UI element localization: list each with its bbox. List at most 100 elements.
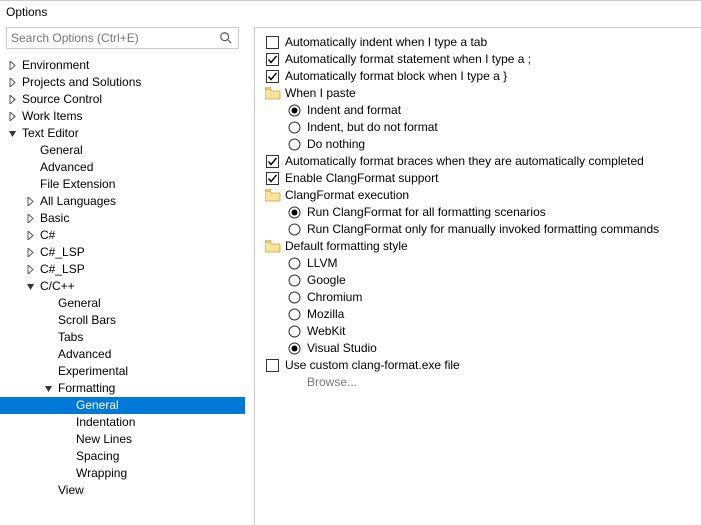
tree-item[interactable]: View xyxy=(0,482,245,499)
tree-expander-icon[interactable] xyxy=(24,230,36,242)
tree-expander-icon[interactable] xyxy=(6,77,18,89)
option-row: Automatically format block when I type a… xyxy=(265,68,697,85)
tree-expander-icon[interactable] xyxy=(42,383,54,395)
radio[interactable] xyxy=(287,138,301,152)
tree-item[interactable]: All Languages xyxy=(0,193,245,210)
option-row: Browse... xyxy=(265,374,697,391)
option-label: Visual Studio xyxy=(307,340,377,357)
option-label: WebKit xyxy=(307,323,345,340)
option-row: LLVM xyxy=(265,255,697,272)
tree-item[interactable]: Projects and Solutions xyxy=(0,74,245,91)
radio[interactable] xyxy=(287,325,301,339)
tree-spacer xyxy=(60,434,72,446)
option-label: Automatically format block when I type a… xyxy=(285,68,507,85)
option-row: Automatically format statement when I ty… xyxy=(265,51,697,68)
option-label: Enable ClangFormat support xyxy=(285,170,438,187)
tree-item[interactable]: Text Editor xyxy=(0,125,245,142)
tree-item[interactable]: C#_LSP xyxy=(0,261,245,278)
tree-item-label: Advanced xyxy=(56,346,111,363)
checkbox[interactable] xyxy=(265,172,279,186)
tree-item[interactable]: C/C++ xyxy=(0,278,245,295)
option-row: ClangFormat execution xyxy=(265,187,697,204)
tree-item[interactable]: Source Control xyxy=(0,91,245,108)
option-row: Indent, but do not format xyxy=(265,119,697,136)
tree-item[interactable]: Basic xyxy=(0,210,245,227)
tree-expander-icon[interactable] xyxy=(24,264,36,276)
window-title: Options xyxy=(0,1,701,25)
tree-expander-icon[interactable] xyxy=(24,247,36,259)
tree-item-label: Experimental xyxy=(56,363,128,380)
tree-item[interactable]: Advanced xyxy=(0,159,245,176)
radio[interactable] xyxy=(287,308,301,322)
tree-spacer xyxy=(60,417,72,429)
radio[interactable] xyxy=(287,223,301,237)
tree-expander-icon[interactable] xyxy=(24,196,36,208)
tree-item[interactable]: Indentation xyxy=(0,414,245,431)
tree-item[interactable]: Scroll Bars xyxy=(0,312,245,329)
option-row: Automatically indent when I type a tab xyxy=(265,34,697,51)
option-label: ClangFormat execution xyxy=(285,187,409,204)
option-row: Do nothing xyxy=(265,136,697,153)
tree-item[interactable]: Environment xyxy=(0,57,245,74)
tree-item[interactable]: Experimental xyxy=(0,363,245,380)
radio[interactable] xyxy=(287,104,301,118)
radio[interactable] xyxy=(287,342,301,356)
tree-item[interactable]: General xyxy=(0,142,245,159)
tree-item-label: Source Control xyxy=(20,91,102,108)
radio[interactable] xyxy=(287,257,301,271)
browse-link[interactable]: Browse... xyxy=(307,374,357,391)
folder-icon xyxy=(265,87,281,101)
tree-spacer xyxy=(60,468,72,480)
tree-item[interactable]: Formatting xyxy=(0,380,245,397)
tree-item[interactable]: C# xyxy=(0,227,245,244)
tree-item[interactable]: Advanced xyxy=(0,346,245,363)
option-label: Google xyxy=(307,272,346,289)
option-row: Use custom clang-format.exe file xyxy=(265,357,697,374)
option-label: Use custom clang-format.exe file xyxy=(285,357,460,374)
radio[interactable] xyxy=(287,206,301,220)
radio[interactable] xyxy=(287,121,301,135)
checkbox[interactable] xyxy=(265,53,279,67)
tree-spacer xyxy=(24,145,36,157)
tree-spacer xyxy=(24,162,36,174)
tree-expander-icon[interactable] xyxy=(24,213,36,225)
option-row: Automatically format braces when they ar… xyxy=(265,153,697,170)
radio[interactable] xyxy=(287,291,301,305)
option-row: Run ClangFormat for all formatting scena… xyxy=(265,204,697,221)
option-row: Indent and format xyxy=(265,102,697,119)
search-input[interactable] xyxy=(6,27,239,49)
tree-item[interactable]: Tabs xyxy=(0,329,245,346)
option-row: When I paste xyxy=(265,85,697,102)
checkbox[interactable] xyxy=(265,155,279,169)
option-label: Default formatting style xyxy=(285,238,408,255)
tree-item[interactable]: General xyxy=(0,397,245,414)
spacer xyxy=(287,376,301,390)
tree-item-label: Formatting xyxy=(56,380,115,397)
checkbox[interactable] xyxy=(265,359,279,373)
tree-item[interactable]: New Lines xyxy=(0,431,245,448)
tree-expander-icon[interactable] xyxy=(6,60,18,72)
tree-item[interactable]: C#_LSP xyxy=(0,244,245,261)
tree-item-label: All Languages xyxy=(38,193,116,210)
tree-expander-icon[interactable] xyxy=(24,281,36,293)
tree-expander-icon[interactable] xyxy=(6,111,18,123)
tree-item[interactable]: Spacing xyxy=(0,448,245,465)
option-row: Default formatting style xyxy=(265,238,697,255)
tree-item-label: Indentation xyxy=(74,414,135,431)
tree-item[interactable]: General xyxy=(0,295,245,312)
tree-expander-icon[interactable] xyxy=(6,94,18,106)
tree-item[interactable]: Wrapping xyxy=(0,465,245,482)
search-icon[interactable] xyxy=(219,31,233,45)
main-layout: EnvironmentProjects and SolutionsSource … xyxy=(0,25,701,525)
tree-item[interactable]: Work Items xyxy=(0,108,245,125)
option-label: Automatically indent when I type a tab xyxy=(285,34,487,51)
option-label: Run ClangFormat only for manually invoke… xyxy=(307,221,659,238)
tree-expander-icon[interactable] xyxy=(6,128,18,140)
checkbox[interactable] xyxy=(265,70,279,84)
option-row: Mozilla xyxy=(265,306,697,323)
tree-item[interactable]: File Extension xyxy=(0,176,245,193)
folder-icon xyxy=(265,240,281,254)
checkbox[interactable] xyxy=(265,36,279,50)
option-row: Enable ClangFormat support xyxy=(265,170,697,187)
radio[interactable] xyxy=(287,274,301,288)
